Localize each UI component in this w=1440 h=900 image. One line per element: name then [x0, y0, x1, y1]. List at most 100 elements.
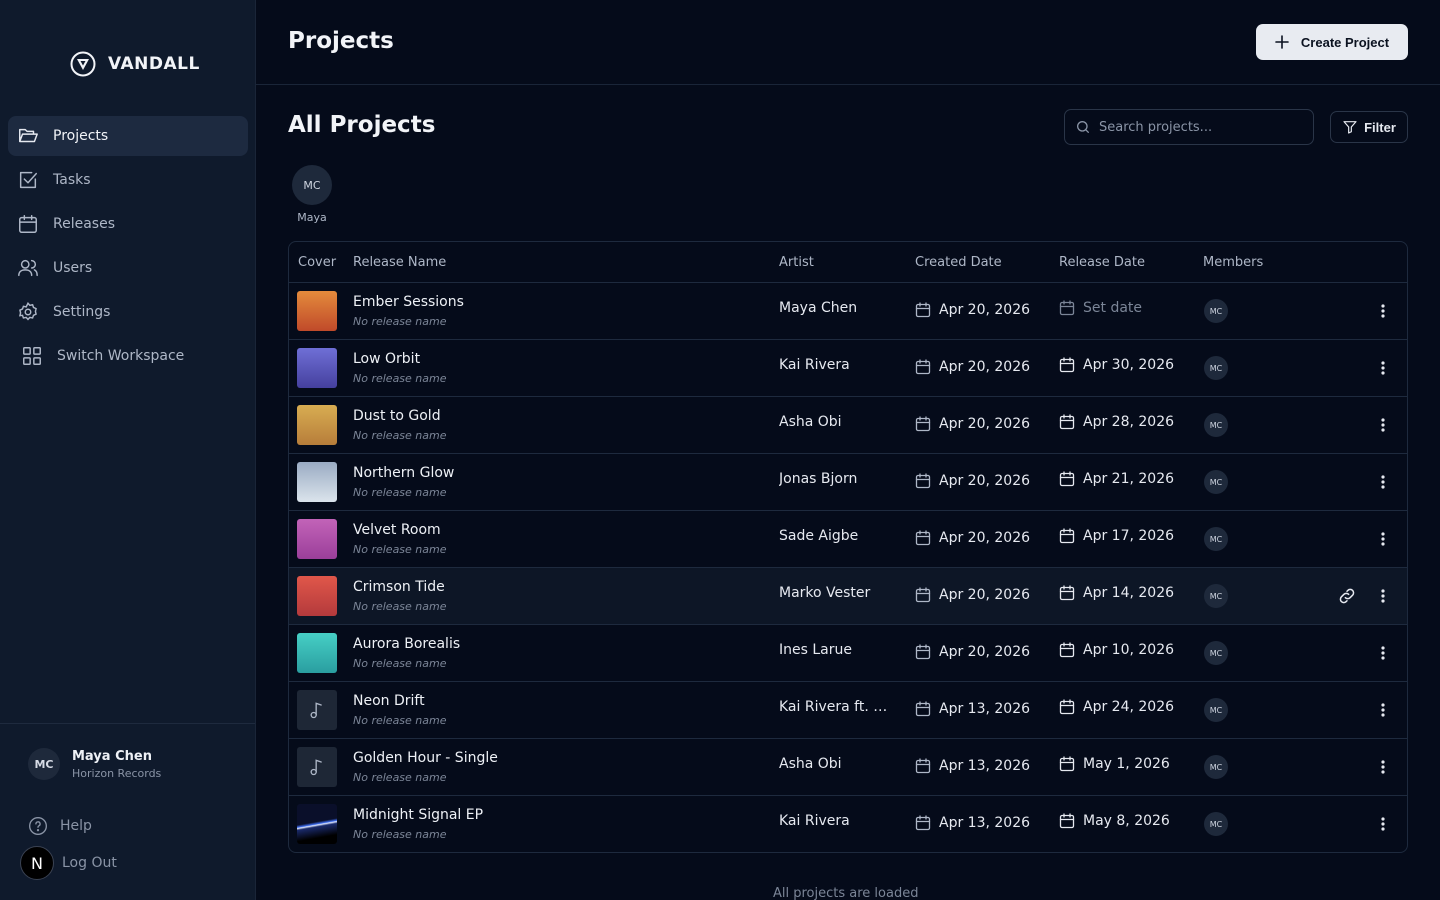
table-row[interactable]: Neon Drift No release name Kai Rivera ft. …	[289, 682, 1407, 739]
member-avatar[interactable]: MC	[1204, 641, 1228, 665]
cover-art[interactable]	[297, 633, 337, 673]
sidebar-item-settings[interactable]: Settings	[8, 292, 248, 332]
brand[interactable]: VANDALL	[70, 50, 200, 78]
release-name: No release name	[353, 543, 447, 556]
logout-link[interactable]: N Log Out	[20, 846, 117, 880]
more-options-icon[interactable]	[1373, 301, 1393, 321]
created-date-value: Apr 20, 2026	[939, 587, 1031, 603]
table-row[interactable]: Dust to Gold No release name Asha Obi Apr 2…	[289, 397, 1407, 454]
project-name[interactable]: Crimson Tide	[353, 579, 445, 595]
project-name[interactable]: Ember Sessions	[353, 294, 464, 310]
release-date[interactable]: May 1, 2026	[1059, 756, 1170, 772]
release-date-value: Apr 30, 2026	[1083, 357, 1175, 373]
release-date[interactable]: Apr 30, 2026	[1059, 357, 1174, 373]
member-avatar[interactable]: MC	[1204, 812, 1228, 836]
table-row[interactable]: Ember Sessions No release name Maya Chen Ap…	[289, 283, 1407, 340]
member-avatar[interactable]: MC	[1204, 356, 1228, 380]
member-avatar[interactable]: MC	[1204, 413, 1228, 437]
member-filter-chip[interactable]: MC Maya	[292, 165, 332, 224]
column-header-release-name[interactable]: Release Name	[353, 255, 446, 270]
projects-table: Cover Release Name Artist Created Date R…	[288, 241, 1408, 853]
column-header-release-date[interactable]: Release Date	[1059, 255, 1145, 270]
table-row[interactable]: Crimson Tide No release name Marko Vester A…	[289, 568, 1407, 625]
release-date[interactable]: Apr 24, 2026	[1059, 699, 1174, 715]
release-date[interactable]: Apr 28, 2026	[1059, 414, 1174, 430]
project-name[interactable]: Velvet Room	[353, 522, 441, 538]
column-header-created-date[interactable]: Created Date	[915, 255, 1002, 270]
create-project-button[interactable]: Create Project	[1256, 24, 1408, 60]
member-avatar[interactable]: MC	[1204, 755, 1228, 779]
sidebar-item-projects[interactable]: Projects	[8, 116, 248, 156]
brand-name: VANDALL	[108, 54, 200, 74]
sidebar-item-label: Tasks	[53, 172, 91, 188]
artist-name: Maya Chen	[779, 300, 858, 316]
logout-label: Log Out	[62, 855, 117, 871]
project-name[interactable]: Dust to Gold	[353, 408, 441, 424]
folder-open-icon	[19, 128, 38, 143]
filter-label: Filter	[1364, 119, 1396, 135]
cover-art[interactable]	[297, 462, 337, 502]
more-options-icon[interactable]	[1373, 472, 1393, 492]
more-options-icon[interactable]	[1373, 415, 1393, 435]
table-row[interactable]: Aurora Borealis No release name Ines Larue…	[289, 625, 1407, 682]
cover-art[interactable]	[297, 405, 337, 445]
project-name[interactable]: Low Orbit	[353, 351, 420, 367]
member-avatar[interactable]: MC	[1204, 470, 1228, 494]
project-name[interactable]: Golden Hour - Single	[353, 750, 498, 766]
help-label: Help	[60, 818, 92, 834]
n-badge[interactable]: N	[20, 846, 54, 880]
more-options-icon[interactable]	[1373, 700, 1393, 720]
column-header-artist[interactable]: Artist	[779, 255, 814, 270]
release-date-value: Set date	[1083, 300, 1143, 316]
cover-art[interactable]	[297, 519, 337, 559]
more-options-icon[interactable]	[1373, 529, 1393, 549]
table-row[interactable]: Low Orbit No release name Kai Rivera Apr 20…	[289, 340, 1407, 397]
project-name[interactable]: Neon Drift	[353, 693, 425, 709]
created-date-value: Apr 13, 2026	[939, 758, 1031, 774]
more-options-icon[interactable]	[1373, 643, 1393, 663]
member-avatar[interactable]: MC	[1204, 698, 1228, 722]
table-row[interactable]: Velvet Room No release name Sade Aigbe Apr …	[289, 511, 1407, 568]
cover-art[interactable]	[297, 576, 337, 616]
sidebar-item-switch-workspace[interactable]: Switch Workspace	[8, 336, 248, 376]
filter-button[interactable]: Filter	[1330, 111, 1408, 143]
table-row[interactable]: Golden Hour - Single No release name Asha …	[289, 739, 1407, 796]
calendar-icon	[915, 473, 931, 489]
member-avatar[interactable]: MC	[1204, 527, 1228, 551]
more-options-icon[interactable]	[1373, 358, 1393, 378]
artist-name: Ines Larue	[779, 642, 852, 658]
release-date[interactable]: Apr 10, 2026	[1059, 642, 1174, 658]
search-box[interactable]	[1064, 109, 1314, 145]
search-input[interactable]	[1099, 119, 1299, 135]
link-icon[interactable]	[1337, 586, 1357, 606]
help-link[interactable]: Help	[28, 816, 92, 836]
sidebar-item-releases[interactable]: Releases	[8, 204, 248, 244]
sidebar-item-users[interactable]: Users	[8, 248, 248, 288]
artist-name: Marko Vester	[779, 585, 871, 601]
table-row[interactable]: Midnight Signal EP No release name Kai Riv…	[289, 796, 1407, 852]
release-date[interactable]: May 8, 2026	[1059, 813, 1170, 829]
project-name[interactable]: Northern Glow	[353, 465, 454, 481]
release-date[interactable]: Set date	[1059, 300, 1142, 316]
sidebar-item-tasks[interactable]: Tasks	[8, 160, 248, 200]
release-name: No release name	[353, 771, 447, 784]
table-row[interactable]: Northern Glow No release name Jonas Bjorn A…	[289, 454, 1407, 511]
member-avatar[interactable]: MC	[1204, 584, 1228, 608]
cover-placeholder[interactable]	[297, 690, 337, 730]
release-date[interactable]: Apr 14, 2026	[1059, 585, 1174, 601]
created-date-value: Apr 20, 2026	[939, 473, 1031, 489]
cover-art[interactable]	[297, 348, 337, 388]
cover-placeholder[interactable]	[297, 747, 337, 787]
cover-art[interactable]	[297, 804, 337, 844]
user-card[interactable]: MC Maya Chen Horizon Records	[28, 748, 161, 780]
member-avatar[interactable]: MC	[1204, 299, 1228, 323]
more-options-icon[interactable]	[1373, 757, 1393, 777]
release-date[interactable]: Apr 21, 2026	[1059, 471, 1174, 487]
more-options-icon[interactable]	[1373, 586, 1393, 606]
project-name[interactable]: Midnight Signal EP	[353, 807, 483, 823]
more-options-icon[interactable]	[1373, 814, 1393, 834]
project-name[interactable]: Aurora Borealis	[353, 636, 460, 652]
created-date: Apr 20, 2026	[915, 416, 1030, 432]
release-date[interactable]: Apr 17, 2026	[1059, 528, 1174, 544]
cover-art[interactable]	[297, 291, 337, 331]
